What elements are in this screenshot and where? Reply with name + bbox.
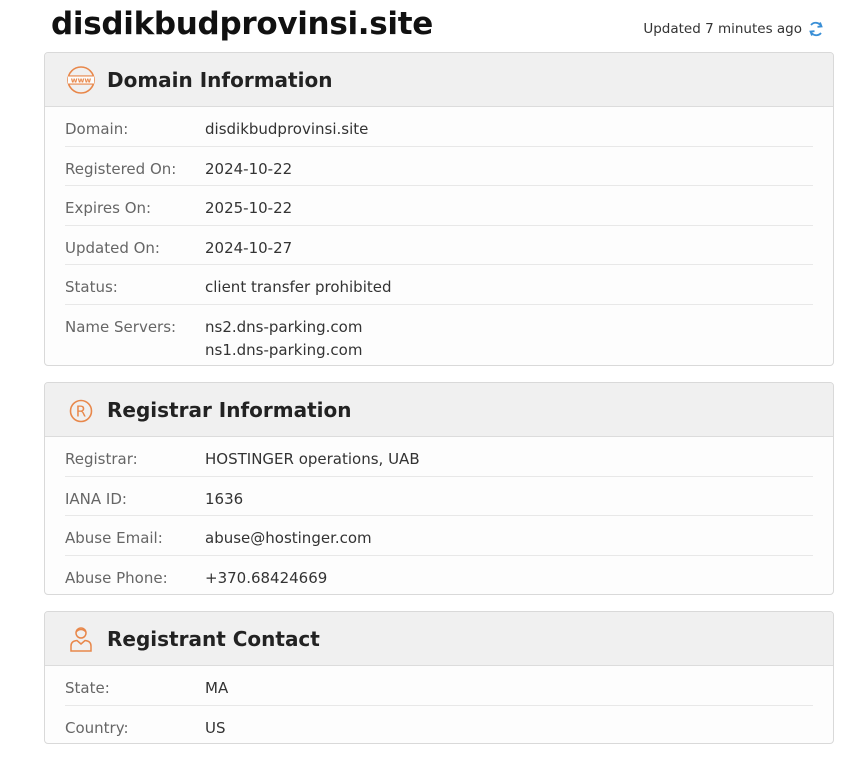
domain-information-title: Domain Information — [107, 67, 333, 92]
registered-on-row: Registered On: 2024-10-22 — [65, 147, 813, 186]
row-label: Status: — [65, 278, 118, 296]
abuse-email-row: Abuse Email: abuse@hostinger.com — [65, 516, 813, 556]
row-label: Country: — [65, 718, 129, 737]
updated-on-row: Updated On: 2024-10-27 — [65, 226, 813, 265]
domain-row: Domain: disdikbudprovinsi.site — [65, 107, 813, 147]
row-label: Abuse Email: — [65, 529, 163, 547]
svg-text:R: R — [76, 402, 86, 420]
registrant-contact-card: Registrant Contact State: MA Country: US — [44, 611, 834, 744]
registrant-contact-header: Registrant Contact — [45, 612, 833, 666]
name-servers-list: ns2.dns-parking.com ns1.dns-parking.com — [205, 316, 362, 362]
row-label: Domain: — [65, 120, 129, 138]
name-server: ns2.dns-parking.com — [205, 317, 363, 336]
row-value: 1636 — [205, 489, 244, 508]
row-value: HOSTINGER operations, UAB — [205, 450, 420, 468]
row-label: Name Servers: — [65, 317, 177, 336]
iana-id-row: IANA ID: 1636 — [65, 477, 813, 516]
row-label: State: — [65, 679, 110, 697]
row-label: Registrar: — [65, 450, 138, 468]
domain-information-header: www Domain Information — [45, 53, 833, 107]
name-server: ns1.dns-parking.com — [205, 340, 363, 359]
person-icon — [65, 623, 97, 655]
row-label: Updated On: — [65, 238, 160, 257]
page-title: disdikbudprovinsi.site — [51, 6, 434, 42]
row-value: disdikbudprovinsi.site — [205, 120, 369, 138]
svg-text:www: www — [71, 75, 92, 84]
registrar-information-body: Registrar: HOSTINGER operations, UAB IAN… — [45, 437, 833, 595]
row-value: 2024-10-27 — [205, 238, 293, 257]
registrar-row: Registrar: HOSTINGER operations, UAB — [65, 437, 813, 477]
updated-status: Updated 7 minutes ago — [643, 20, 825, 38]
row-value: 2024-10-22 — [205, 159, 293, 178]
row-value: client transfer prohibited — [205, 278, 392, 296]
registrant-contact-title: Registrant Contact — [107, 626, 320, 651]
row-value: MA — [205, 679, 229, 697]
row-value: US — [205, 718, 226, 737]
state-row: State: MA — [65, 666, 813, 706]
refresh-icon[interactable] — [807, 20, 825, 38]
row-value: +370.68424669 — [205, 568, 328, 587]
status-row: Status: client transfer prohibited — [65, 265, 813, 305]
row-value: abuse@hostinger.com — [205, 529, 372, 547]
www-icon: www — [65, 64, 97, 96]
row-value: 2025-10-22 — [205, 199, 293, 217]
name-servers-row: Name Servers: ns2.dns-parking.com ns1.dn… — [65, 305, 813, 362]
abuse-phone-row: Abuse Phone: +370.68424669 — [65, 556, 813, 595]
row-label: IANA ID: — [65, 489, 127, 508]
page-header: disdikbudprovinsi.site Updated 7 minutes… — [0, 0, 851, 52]
registrar-information-header: R Registrar Information — [45, 383, 833, 437]
registered-icon: R — [65, 394, 97, 426]
registrant-contact-body: State: MA Country: US — [45, 666, 833, 744]
expires-on-row: Expires On: 2025-10-22 — [65, 186, 813, 226]
row-label: Expires On: — [65, 199, 152, 217]
registrar-information-card: R Registrar Information Registrar: HOSTI… — [44, 382, 834, 595]
domain-information-card: www Domain Information Domain: disdikbud… — [44, 52, 834, 366]
domain-information-body: Domain: disdikbudprovinsi.site Registere… — [45, 107, 833, 362]
row-label: Abuse Phone: — [65, 568, 168, 587]
row-label: Registered On: — [65, 159, 177, 178]
updated-text: Updated 7 minutes ago — [643, 21, 802, 37]
country-row: Country: US — [65, 706, 813, 744]
registrar-information-title: Registrar Information — [107, 397, 352, 422]
